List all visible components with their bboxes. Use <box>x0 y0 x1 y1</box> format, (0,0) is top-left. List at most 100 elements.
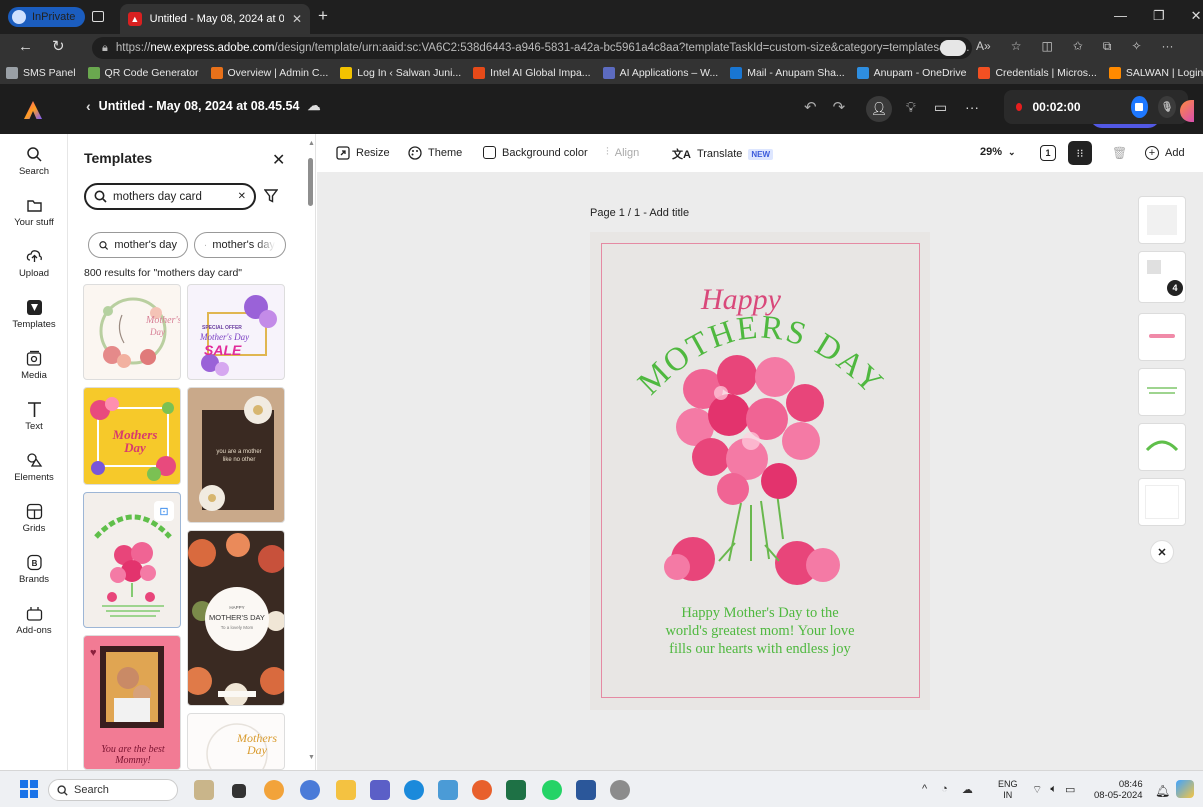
rail-item-elements[interactable]: Elements <box>0 452 68 483</box>
task-view-icon[interactable] <box>232 784 246 798</box>
layer-thumb-4[interactable] <box>1138 368 1186 416</box>
template-thumb-5-selected[interactable]: ⊡ <box>83 492 181 628</box>
rail-item-templates[interactable]: Templates <box>0 299 68 330</box>
page-count-icon[interactable]: 1 <box>1040 145 1056 161</box>
template-thumb-1[interactable]: Mother's Day <box>83 284 181 380</box>
theme-button[interactable]: Theme <box>408 146 462 160</box>
edge-icon[interactable] <box>404 780 424 800</box>
template-thumb-6[interactable]: HAPPY MOTHER'S DAY To a lovely Mom <box>187 530 285 706</box>
template-search-input[interactable]: mothers day card ✕ <box>84 183 256 210</box>
layer-thumb-5[interactable] <box>1138 423 1186 471</box>
document-title-area[interactable]: ‹ Untitled - May 08, 2024 at 08.45.54 ☁︎ <box>86 98 320 114</box>
taskbar-clock[interactable]: 08:46 08-05-2024 <box>1094 779 1143 801</box>
align-button[interactable]: ⫶ Align <box>606 146 639 159</box>
rail-item-media[interactable]: Media <box>0 350 68 381</box>
favorite-link-8[interactable]: Anupam - OneDrive <box>856 67 966 79</box>
settings-gear-icon[interactable] <box>610 780 630 800</box>
onedrive-icon[interactable]: ☁︎ <box>962 783 973 796</box>
close-layers-icon[interactable]: ✕ <box>1150 540 1174 564</box>
clear-search-icon[interactable]: ✕ <box>238 191 246 202</box>
word-icon[interactable] <box>576 780 596 800</box>
resize-button[interactable]: Resize <box>336 146 390 160</box>
close-panel-icon[interactable]: ✕ <box>272 150 285 170</box>
favorite-link-7[interactable]: Mail - Anupam Sha... <box>730 67 845 79</box>
windows-start-icon[interactable] <box>20 780 38 798</box>
restore-icon[interactable]: ❐ <box>1153 8 1165 24</box>
stop-recording-button[interactable] <box>1130 96 1149 118</box>
rail-item-search[interactable]: Search <box>0 146 68 177</box>
favorite-link-5[interactable]: Intel AI Global Impa... <box>473 67 591 79</box>
template-thumb-4[interactable]: you are a mother like no other <box>187 387 285 523</box>
scroll-up-icon[interactable]: ▲ <box>308 140 315 147</box>
rail-item-upload[interactable]: Upload <box>0 248 68 279</box>
close-tab-icon[interactable]: ✕ <box>292 12 302 26</box>
copilot-icon[interactable]: ✧ <box>1131 39 1141 54</box>
card-message[interactable]: Happy Mother's Day to the world's greate… <box>630 604 890 658</box>
refresh-icon[interactable]: ↻ <box>52 37 65 55</box>
store-icon[interactable] <box>438 780 458 800</box>
redo-icon[interactable]: ↷ <box>833 98 846 116</box>
lightbulb-icon[interactable]: 💡︎ <box>906 99 916 116</box>
paint-app-icon[interactable] <box>264 780 284 800</box>
background-color-button[interactable]: Background color <box>483 146 588 159</box>
close-window-icon[interactable]: ✕ <box>1191 8 1202 24</box>
favorites-icon[interactable]: ✩ <box>1073 39 1083 54</box>
layer-thumb-1[interactable] <box>1138 196 1186 244</box>
rail-item-grids[interactable]: Grids <box>0 503 68 534</box>
notification-icon[interactable]: 🔔︎ <box>1155 784 1170 798</box>
favorite-link-3[interactable]: Overview | Admin C... <box>210 67 328 79</box>
tray-chevron-up-icon[interactable]: ^ <box>922 783 927 796</box>
taskbar-search-input[interactable]: Search <box>48 779 178 801</box>
rail-item-your-stuff[interactable]: Your stuff <box>0 197 68 228</box>
layer-thumb-2[interactable]: 4 <box>1138 251 1186 303</box>
rail-item-add-ons[interactable]: Add-ons <box>0 605 68 636</box>
whatsapp-icon[interactable] <box>542 780 562 800</box>
firefox-icon[interactable] <box>472 780 492 800</box>
url-bar[interactable]: 🔒︎ https://new.express.adobe.com/design/… <box>92 37 972 59</box>
delete-icon[interactable]: 🗑︎ <box>1112 146 1127 160</box>
layer-thumb-3[interactable] <box>1138 313 1186 361</box>
file-explorer-icon[interactable] <box>336 780 356 800</box>
copilot-taskbar-icon[interactable] <box>1176 780 1194 798</box>
template-thumb-2[interactable]: SPECIAL OFFER Mother's Day SALE <box>187 284 285 380</box>
minimize-icon[interactable]: — <box>1114 8 1127 24</box>
rail-item-text[interactable]: Text <box>0 401 68 432</box>
more-options-icon[interactable]: ··· <box>965 99 979 116</box>
layers-toggle-icon[interactable]: ⁝⁝ <box>1068 141 1092 165</box>
document-title[interactable]: Untitled - May 08, 2024 at 08.45.54 <box>99 99 300 113</box>
preview-icon[interactable]: ⊡ <box>154 501 174 521</box>
favorite-link-9[interactable]: Credentials | Micros... <box>978 67 1097 79</box>
tab-actions-icon[interactable] <box>92 11 104 22</box>
layer-thumb-6[interactable] <box>1138 478 1186 526</box>
add-page-button[interactable]: + Add <box>1145 146 1185 160</box>
zoom-dropdown[interactable]: 29% ⌄ <box>980 146 1016 158</box>
favorite-link-10[interactable]: SALWAN | Login <box>1108 67 1203 79</box>
template-thumb-3[interactable]: Mothers Day <box>83 387 181 485</box>
split-screen-icon[interactable]: ◫ <box>1041 39 1052 54</box>
browser-tab-active[interactable]: ▲ Untitled - May 08, 2024 at 08.45. ✕ <box>120 4 310 34</box>
tray-app-icon[interactable]: ◔ <box>941 783 948 796</box>
teams-personal-icon[interactable] <box>300 780 320 800</box>
suggestion-chip-2[interactable]: mother's day <box>194 232 286 258</box>
scroll-thumb[interactable] <box>308 158 313 206</box>
panel-scrollbar[interactable]: ▲ ▼ <box>306 140 315 768</box>
read-aloud-icon[interactable]: A» <box>976 39 991 54</box>
undo-icon[interactable]: ↶ <box>804 98 817 116</box>
filter-icon[interactable] <box>264 189 278 203</box>
back-chevron-icon[interactable]: ‹ <box>86 98 91 114</box>
translate-button[interactable]: 文A Translate NEW <box>672 146 774 162</box>
page-label[interactable]: Page 1 / 1 - Add title <box>590 207 689 219</box>
adobe-express-logo-icon[interactable] <box>24 101 42 119</box>
template-thumb-7[interactable]: ♥ You are the best Mommy! <box>83 635 181 770</box>
collections-icon[interactable]: ⧉ <box>1103 39 1112 54</box>
rail-item-brands[interactable]: B Brands <box>0 554 68 585</box>
favorite-link-6[interactable]: AI Applications – W... <box>602 67 718 79</box>
invite-user-icon[interactable]: 👤︎ <box>866 96 892 122</box>
language-indicator[interactable]: ENG IN <box>998 779 1018 801</box>
favorite-link-1[interactable]: SMS Panel <box>6 67 76 79</box>
more-menu-icon[interactable]: ··· <box>1162 39 1174 54</box>
template-thumb-8[interactable]: Mothers Day <box>187 713 285 770</box>
new-tab-icon[interactable]: + <box>318 6 328 26</box>
back-icon[interactable]: ← <box>18 38 33 55</box>
comment-icon[interactable]: ▭ <box>934 99 947 116</box>
